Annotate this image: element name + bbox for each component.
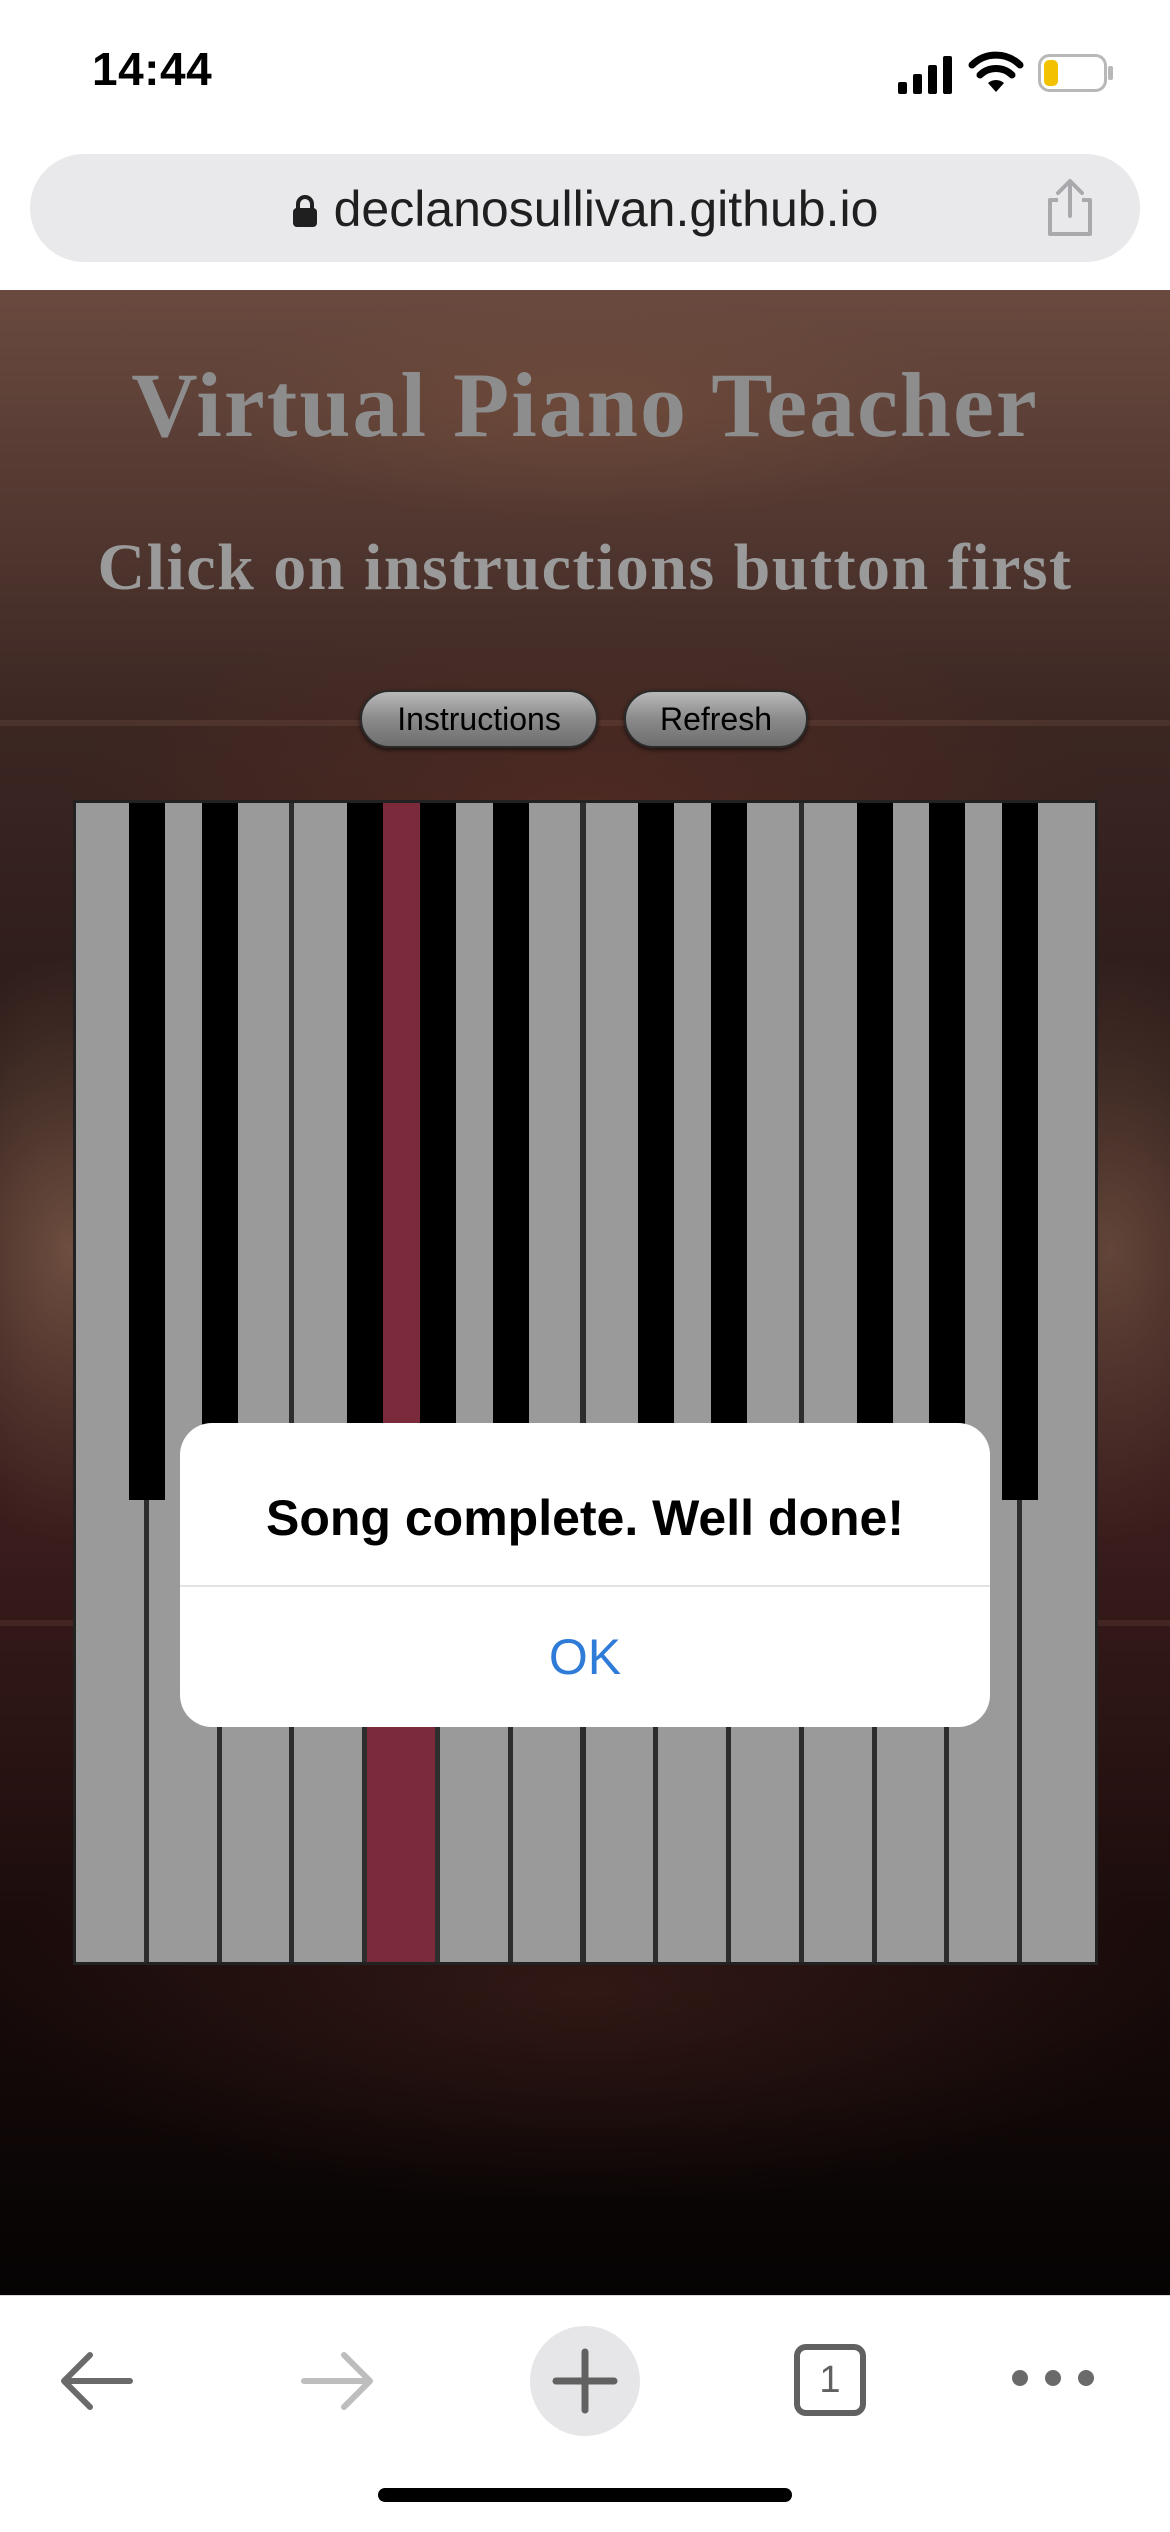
black-key[interactable] [711, 803, 748, 1500]
url-bar[interactable]: declanosullivan.github.io [30, 154, 1140, 262]
more-icon[interactable] [1010, 2358, 1096, 2398]
alert-dialog: Song complete. Well done! OK [180, 1423, 990, 1727]
black-key[interactable] [201, 803, 238, 1500]
forward-icon[interactable] [298, 2346, 378, 2416]
instructions-button[interactable]: Instructions [360, 690, 598, 748]
black-key[interactable] [638, 803, 675, 1500]
black-key[interactable] [419, 803, 456, 1500]
refresh-button[interactable]: Refresh [624, 690, 808, 748]
black-key[interactable] [856, 803, 893, 1500]
wifi-icon [968, 51, 1024, 92]
black-key[interactable] [929, 803, 966, 1500]
black-key[interactable] [128, 803, 165, 1500]
url-container: declanosullivan.github.io [30, 180, 1140, 238]
address-area: declanosullivan.github.io [0, 150, 1170, 290]
alert-message: Song complete. Well done! [265, 1490, 904, 1546]
status-bar: 14:44 [0, 0, 1170, 150]
web-content: Virtual Piano Teacher Click on instructi… [0, 290, 1170, 2295]
status-time: 14:44 [92, 43, 213, 95]
battery-icon [1038, 54, 1113, 92]
new-tab-button[interactable] [530, 2326, 640, 2436]
share-icon[interactable] [1042, 178, 1098, 238]
page-title: Virtual Piano Teacher [131, 354, 1039, 456]
home-indicator [378, 2488, 792, 2502]
lock-icon [292, 195, 317, 227]
tabs-button[interactable]: 1 [794, 2344, 866, 2416]
back-icon[interactable] [56, 2346, 136, 2416]
signal-icon [898, 56, 952, 94]
black-key[interactable] [1002, 803, 1039, 1500]
black-key[interactable] [492, 803, 529, 1500]
url-text: declanosullivan.github.io [333, 181, 879, 237]
plus-icon [552, 2348, 618, 2414]
piano-keyboard [73, 800, 1098, 1965]
black-key[interactable] [347, 803, 384, 1500]
alert-ok-button[interactable]: OK [180, 1587, 990, 1727]
page-subtitle: Click on instructions button first [97, 531, 1073, 604]
